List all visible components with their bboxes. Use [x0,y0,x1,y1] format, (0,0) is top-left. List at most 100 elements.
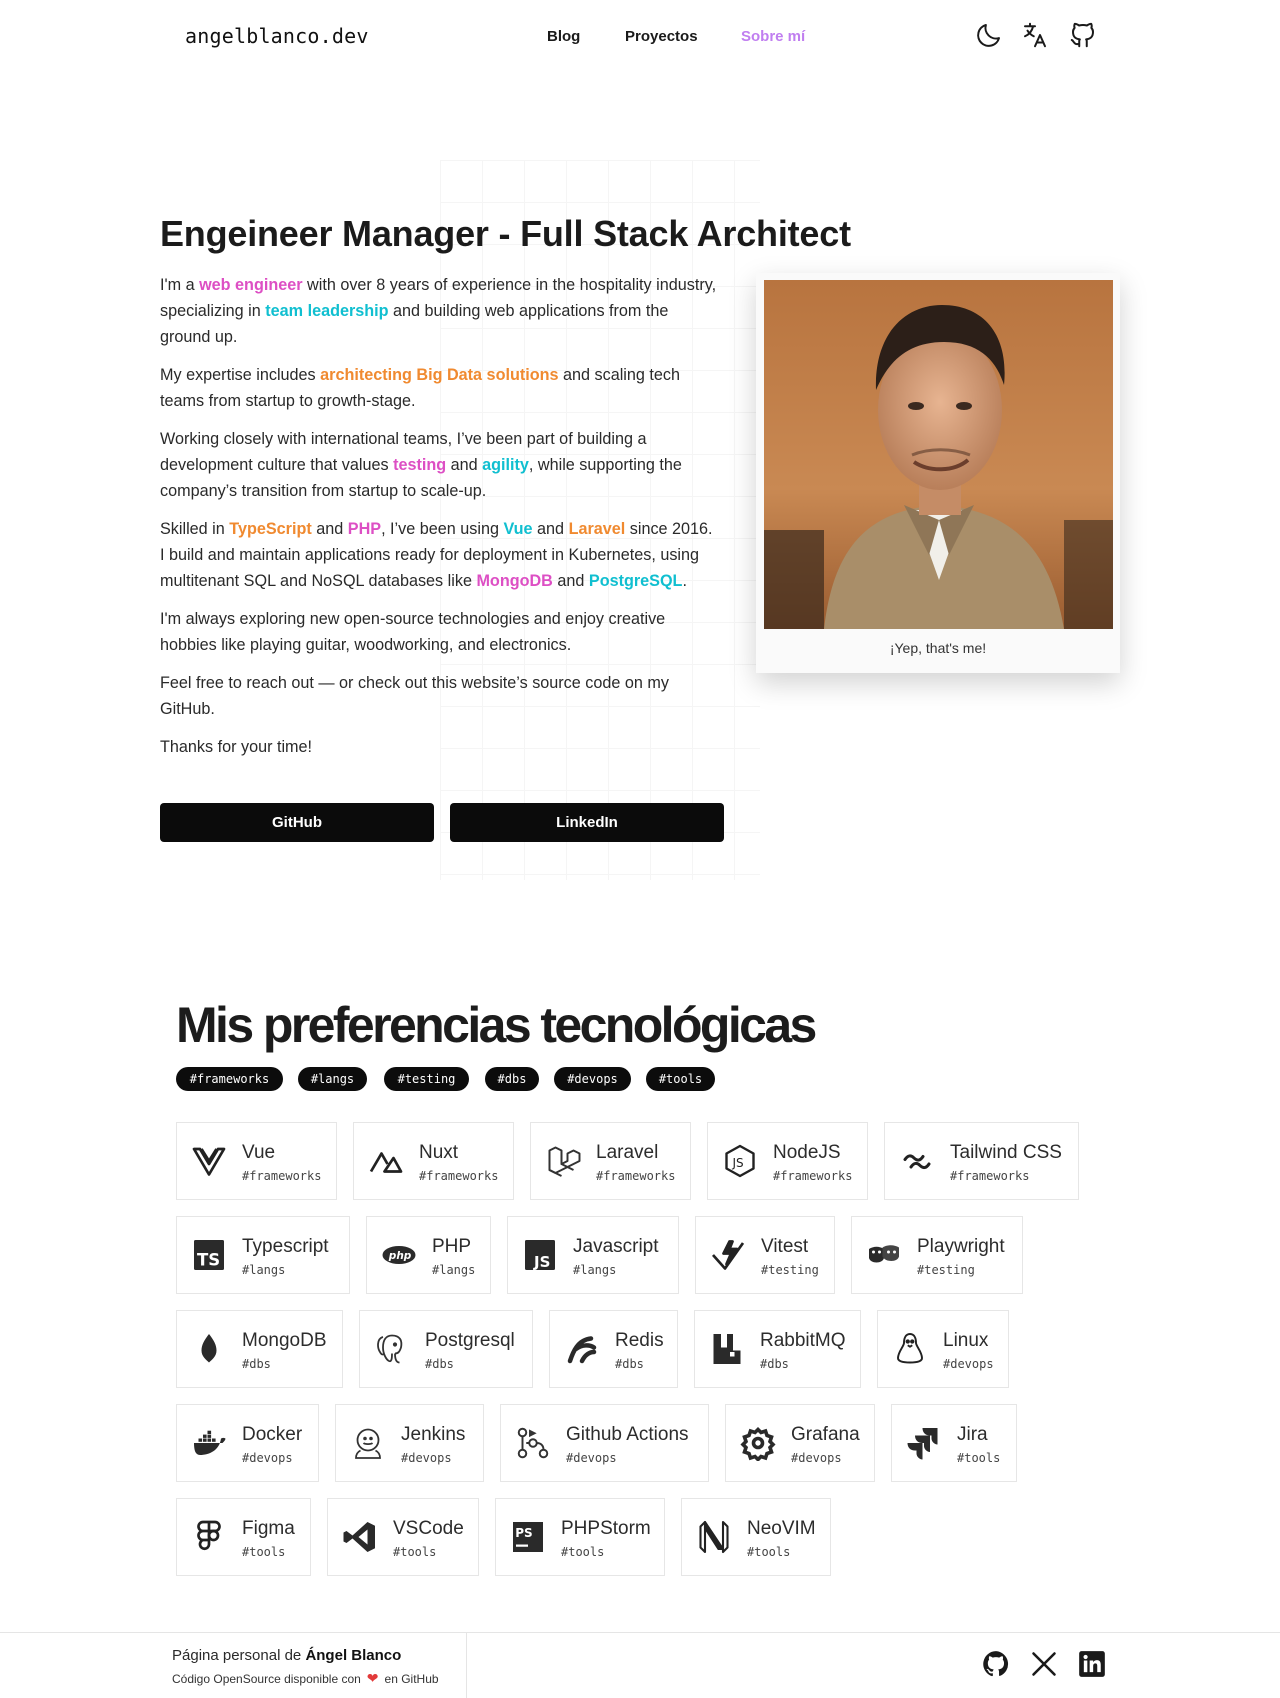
tech-card-linux[interactable]: Linux #devops [877,1310,1009,1388]
tag-dbs[interactable]: #dbs [485,1067,539,1091]
tech-name: Linux [943,1330,989,1351]
tech-card-typescript[interactable]: TS Typescript #langs [176,1216,350,1294]
tech-card-docker[interactable]: Docker #devops [176,1404,319,1482]
tech-name: Vitest [761,1236,809,1257]
tech-card-laravel[interactable]: Laravel #frameworks [530,1122,691,1200]
tech-card-vitest[interactable]: Vitest #testing [695,1216,835,1294]
nav-proyectos[interactable]: Proyectos [625,28,698,45]
tech-tag: #frameworks [596,1169,676,1183]
postgresql-icon [374,1331,410,1367]
highlight-postgresql: PostgreSQL [588,572,683,590]
profile-photo [764,280,1113,629]
text: I'm a [160,276,200,294]
docker-icon [191,1425,227,1461]
tech-card-jira[interactable]: Jira #tools [891,1404,1017,1482]
tech-name: PHP [432,1236,472,1257]
tech-card-jenkins[interactable]: Jenkins #devops [335,1404,484,1482]
x-icon[interactable] [1030,1650,1058,1678]
github-button[interactable]: GitHub [160,803,434,842]
tag-langs[interactable]: #langs [298,1067,367,1091]
tech-name: Tailwind CSS [950,1142,1062,1163]
tech-tag: #devops [566,1451,617,1465]
footer-author-name: Ángel Blanco [305,1647,402,1664]
nuxt-icon [368,1143,404,1179]
svg-text:JS: JS [732,1156,744,1170]
svg-text:PS: PS [515,1526,532,1540]
tag-frameworks[interactable]: #frameworks [176,1067,283,1091]
tech-card-tailwind[interactable]: Tailwind CSS #frameworks [884,1122,1079,1200]
linkedin-icon[interactable] [1078,1650,1106,1678]
tech-tag: #devops [943,1357,994,1371]
translate-icon[interactable] [1020,20,1050,50]
text: , I’ve been using [381,520,504,538]
footer-github-link[interactable]: en GitHub [385,1672,439,1686]
tech-tag: #testing [761,1263,819,1277]
tech-card-redis[interactable]: Redis #dbs [549,1310,678,1388]
tailwind-icon [899,1143,935,1179]
text: and [311,520,348,538]
bio-paragraph-3: Working closely with international teams… [160,426,720,504]
highlight-big-data: architecting Big Data solutions [320,366,559,384]
tech-card-github-actions[interactable]: Github Actions #devops [500,1404,709,1482]
tech-tag: #langs [573,1263,617,1277]
bio-text: I'm a web engineer with over 8 years of … [160,272,720,772]
moon-icon[interactable] [974,20,1004,50]
text: Skilled in [160,520,230,538]
tech-name: VSCode [393,1518,464,1539]
tech-card-javascript[interactable]: JS Javascript #langs [507,1216,679,1294]
tech-card-vue[interactable]: Vue #frameworks [176,1122,337,1200]
highlight-mongodb: MongoDB [476,572,553,590]
tech-name: Redis [615,1330,664,1351]
page-title: Engeineer Manager - Full Stack Architect [160,213,851,254]
tech-name: Vue [242,1142,276,1163]
linkedin-button[interactable]: LinkedIn [450,803,724,842]
tech-tag: #frameworks [419,1169,499,1183]
highlight-laravel: Laravel [568,520,626,538]
github-icon[interactable] [1068,20,1098,50]
nav-sobre-mi[interactable]: Sobre mí [741,28,805,45]
tech-card-php[interactable]: php PHP #langs [366,1216,491,1294]
footer-divider [0,1632,1280,1633]
nav-blog[interactable]: Blog [547,28,580,45]
tag-testing[interactable]: #testing [384,1067,469,1091]
tech-card-nuxt[interactable]: Nuxt #frameworks [353,1122,514,1200]
bio-paragraph-2: My expertise includes architecting Big D… [160,362,720,414]
tech-card-grafana[interactable]: Grafana #devops [725,1404,875,1482]
tech-card-nodejs[interactable]: JS NodeJS #frameworks [707,1122,868,1200]
bio-paragraph-7: Thanks for your time! [160,738,313,756]
site-header: angelblanco.dev Blog Proyectos Sobre mí [0,0,1280,74]
tech-tag: #frameworks [950,1169,1030,1183]
tech-name: Postgresql [425,1330,515,1351]
tech-name: Grafana [791,1424,860,1445]
tech-name: NodeJS [773,1142,841,1163]
tech-name: Playwright [917,1236,1005,1257]
bio-paragraph-4: Skilled in TypeScript and PHP, I’ve been… [160,516,720,594]
tech-card-neovim[interactable]: NeoVIM #tools [681,1498,831,1576]
redis-icon [564,1331,600,1367]
tag-devops[interactable]: #devops [554,1067,631,1091]
highlight-vue: Vue [503,520,533,538]
tech-name: Docker [242,1424,303,1445]
tech-card-rabbitmq[interactable]: RabbitMQ #dbs [694,1310,861,1388]
tech-tag: #devops [401,1451,452,1465]
svg-text:php: php [388,1250,412,1262]
tech-tag: #frameworks [242,1169,322,1183]
typescript-icon: TS [191,1237,227,1273]
tech-card-figma[interactable]: Figma #tools [176,1498,311,1576]
tech-name: NeoVIM [747,1518,816,1539]
tech-card-vscode[interactable]: VSCode #tools [327,1498,479,1576]
tech-card-playwright[interactable]: Playwright #testing [851,1216,1023,1294]
tech-card-mongodb[interactable]: MongoDB #dbs [176,1310,343,1388]
tech-name: Figma [242,1518,295,1539]
vitest-icon [710,1237,746,1273]
nodejs-icon: JS [722,1143,758,1179]
github-icon[interactable] [982,1650,1010,1678]
bio-paragraph-6: Feel free to reach out — or check out th… [160,674,669,718]
tech-card-phpstorm[interactable]: PS PHPStorm #tools [495,1498,665,1576]
tech-card-postgresql[interactable]: Postgresql #dbs [359,1310,533,1388]
neovim-icon [696,1519,732,1555]
tech-section-title: Mis preferencias tecnológicas [176,997,817,1053]
tech-tag: #devops [791,1451,842,1465]
tag-tools[interactable]: #tools [646,1067,715,1091]
tech-tag: #langs [432,1263,476,1277]
